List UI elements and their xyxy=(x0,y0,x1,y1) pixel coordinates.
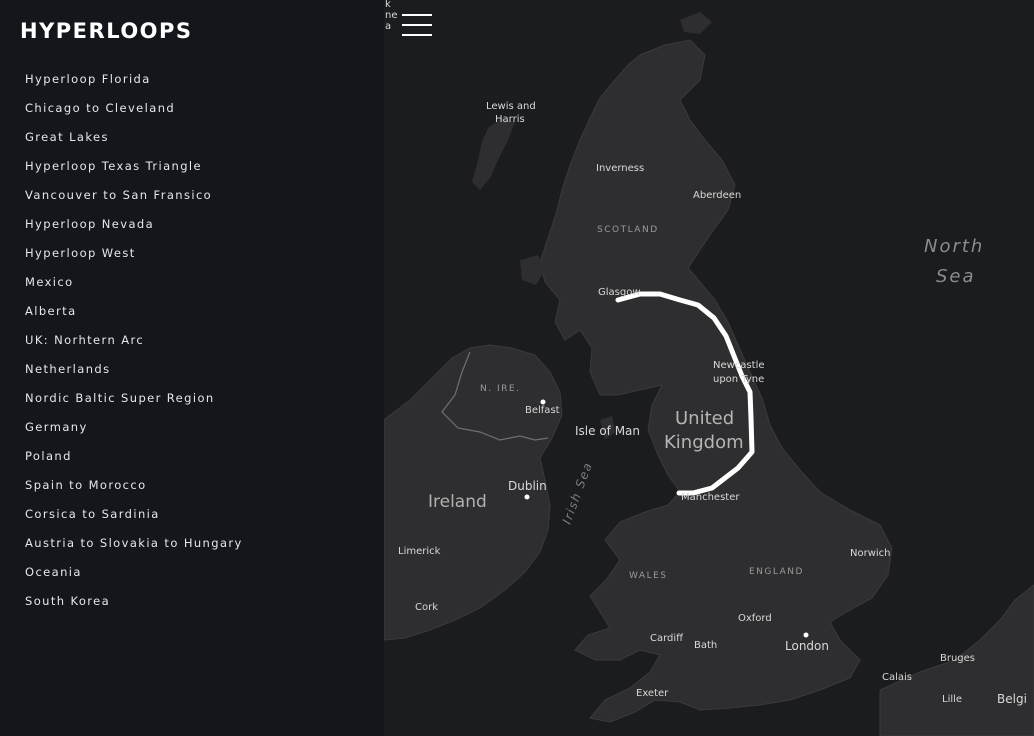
dublin-marker xyxy=(524,494,530,500)
belfast-marker xyxy=(540,399,546,405)
label-belgium: Belgi xyxy=(997,692,1027,706)
route-item-poland[interactable]: Poland xyxy=(25,447,243,476)
label-exeter: Exeter xyxy=(636,688,669,699)
route-item-hyperloop-nevada[interactable]: Hyperloop Nevada xyxy=(25,215,243,244)
route-item-austria-slovakia-hungary[interactable]: Austria to Slovakia to Hungary xyxy=(25,534,243,563)
label-oxford: Oxford xyxy=(738,613,772,624)
hamburger-line xyxy=(402,14,432,16)
label-edge-1: k xyxy=(385,0,391,10)
label-aberdeen: Aberdeen xyxy=(693,190,741,201)
route-list: Hyperloop Florida Chicago to Cleveland G… xyxy=(25,70,243,621)
hebrides-island xyxy=(472,118,515,190)
label-wales: WALES xyxy=(629,571,667,581)
route-item-netherlands[interactable]: Netherlands xyxy=(25,360,243,389)
orkney-island xyxy=(680,12,712,34)
london-marker xyxy=(803,632,809,638)
route-item-oceania[interactable]: Oceania xyxy=(25,563,243,592)
route-item-alberta[interactable]: Alberta xyxy=(25,302,243,331)
route-item-great-lakes[interactable]: Great Lakes xyxy=(25,128,243,157)
label-inverness: Inverness xyxy=(596,163,644,174)
label-scotland: SCOTLAND xyxy=(597,225,659,235)
label-irish-sea: Irish Sea xyxy=(560,460,596,526)
label-lewis: Lewis and xyxy=(486,101,536,112)
hamburger-line xyxy=(402,34,432,36)
label-england: ENGLAND xyxy=(749,567,804,577)
label-lille: Lille xyxy=(942,694,962,705)
label-dublin: Dublin xyxy=(508,479,547,493)
route-item-germany[interactable]: Germany xyxy=(25,418,243,447)
label-sea: Sea xyxy=(936,266,976,287)
label-calais: Calais xyxy=(882,672,912,683)
sidebar: HYPERLOOPS Hyperloop Florida Chicago to … xyxy=(0,0,384,736)
label-cardiff: Cardiff xyxy=(650,633,684,644)
label-north: North xyxy=(924,236,984,257)
route-item-nordic-baltic[interactable]: Nordic Baltic Super Region xyxy=(25,389,243,418)
label-bruges: Bruges xyxy=(940,653,975,664)
route-item-uk-northern-arc[interactable]: UK: Norhtern Arc xyxy=(25,331,243,360)
label-n-ire: N. IRE. xyxy=(480,384,520,394)
map-svg: Lewis and Harris Inverness Aberdeen SCOT… xyxy=(384,0,1034,736)
route-item-vancouver-to-san-fransico[interactable]: Vancouver to San Fransico xyxy=(25,186,243,215)
route-item-mexico[interactable]: Mexico xyxy=(25,273,243,302)
route-item-corsica-to-sardinia[interactable]: Corsica to Sardinia xyxy=(25,505,243,534)
label-glasgow: Glasgow xyxy=(598,287,641,298)
label-london: London xyxy=(785,639,829,653)
app-title: HYPERLOOPS xyxy=(20,19,193,43)
label-manchester: Manchester xyxy=(681,492,740,503)
route-item-hyperloop-west[interactable]: Hyperloop West xyxy=(25,244,243,273)
route-item-hyperloop-florida[interactable]: Hyperloop Florida xyxy=(25,70,243,99)
route-item-spain-to-morocco[interactable]: Spain to Morocco xyxy=(25,476,243,505)
label-newcastle-2: upon Tyne xyxy=(713,374,764,385)
label-isle-of-man: Isle of Man xyxy=(575,424,640,438)
label-norwich: Norwich xyxy=(850,548,891,559)
label-newcastle-1: Newcastle xyxy=(713,360,765,371)
map-canvas[interactable]: Lewis and Harris Inverness Aberdeen SCOT… xyxy=(384,0,1034,736)
hamburger-line xyxy=(402,24,432,26)
label-harris: Harris xyxy=(495,114,525,125)
route-item-south-korea[interactable]: South Korea xyxy=(25,592,243,621)
label-limerick: Limerick xyxy=(398,546,441,557)
label-cork: Cork xyxy=(415,602,438,613)
route-item-chicago-to-cleveland[interactable]: Chicago to Cleveland xyxy=(25,99,243,128)
label-united: United xyxy=(675,408,734,429)
label-edge-3: a xyxy=(385,21,391,32)
label-kingdom: Kingdom xyxy=(664,432,744,453)
label-bath: Bath xyxy=(694,640,717,651)
label-belfast: Belfast xyxy=(525,405,560,416)
label-edge-2: ne xyxy=(385,10,398,21)
menu-hamburger-icon[interactable] xyxy=(402,14,432,38)
route-item-texas-triangle[interactable]: Hyperloop Texas Triangle xyxy=(25,157,243,186)
label-ireland: Ireland xyxy=(428,492,487,512)
